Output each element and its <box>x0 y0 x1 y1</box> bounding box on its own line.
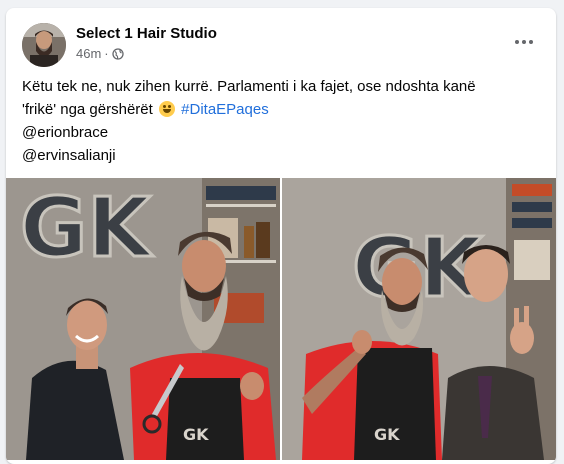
post-photo-2[interactable]: GK GK <box>282 178 556 460</box>
globe-icon[interactable] <box>111 47 124 60</box>
post-meta: 46m · <box>76 46 124 61</box>
post-photo-1[interactable]: GK GK <box>6 178 280 460</box>
post-card: Select 1 Hair Studio 46m · Këtu tek ne, … <box>6 8 556 464</box>
hashtag-link[interactable]: #DitaEPaqes <box>181 101 269 118</box>
post-text-line2: 'frikë' nga gërshërët #DitaEPaqes <box>22 98 542 121</box>
apron-logo-2: GK <box>374 425 400 444</box>
apron-logo-1: GK <box>183 425 209 444</box>
wall-logo-1: GK <box>20 181 154 276</box>
page-avatar[interactable] <box>22 23 66 67</box>
more-options-icon[interactable] <box>508 30 540 54</box>
meta-separator: · <box>104 46 109 61</box>
post-time[interactable]: 46m <box>76 46 101 61</box>
grinning-face-emoji <box>158 101 175 117</box>
mention-ervinsalianji[interactable]: @ervinsalianji <box>22 147 116 164</box>
mention-erionbrace[interactable]: @erionbrace <box>22 124 108 141</box>
post-text-line1: Këtu tek ne, nuk zihen kurrë. Parlamenti… <box>22 78 476 95</box>
post-text: Këtu tek ne, nuk zihen kurrë. Parlamenti… <box>22 75 542 167</box>
post-text-line2-text: 'frikë' nga gërshërët <box>22 101 153 118</box>
page-name[interactable]: Select 1 Hair Studio <box>76 25 217 42</box>
